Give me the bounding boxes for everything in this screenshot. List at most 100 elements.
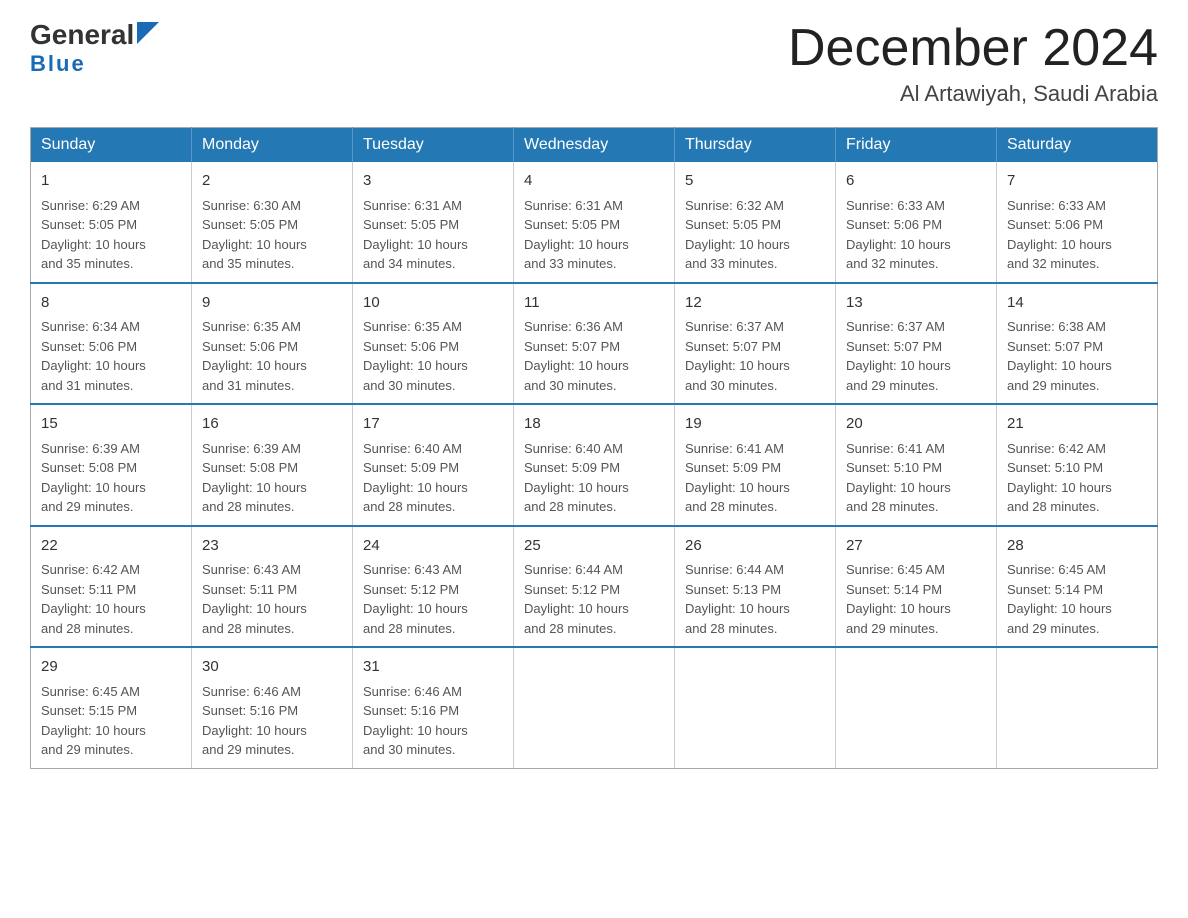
table-row: 27 Sunrise: 6:45 AMSunset: 5:14 PMDaylig… [836, 526, 997, 648]
table-row: 4 Sunrise: 6:31 AMSunset: 5:05 PMDayligh… [514, 162, 675, 283]
day-info: Sunrise: 6:36 AMSunset: 5:07 PMDaylight:… [524, 319, 629, 393]
logo-general: General [30, 21, 134, 49]
day-info: Sunrise: 6:44 AMSunset: 5:13 PMDaylight:… [685, 562, 790, 636]
day-info: Sunrise: 6:41 AMSunset: 5:09 PMDaylight:… [685, 441, 790, 515]
day-info: Sunrise: 6:40 AMSunset: 5:09 PMDaylight:… [363, 441, 468, 515]
table-row: 25 Sunrise: 6:44 AMSunset: 5:12 PMDaylig… [514, 526, 675, 648]
logo-blue: Blue [30, 51, 86, 77]
col-saturday: Saturday [997, 128, 1158, 163]
day-info: Sunrise: 6:46 AMSunset: 5:16 PMDaylight:… [202, 684, 307, 758]
table-row: 13 Sunrise: 6:37 AMSunset: 5:07 PMDaylig… [836, 283, 997, 405]
day-info: Sunrise: 6:43 AMSunset: 5:12 PMDaylight:… [363, 562, 468, 636]
table-row: 14 Sunrise: 6:38 AMSunset: 5:07 PMDaylig… [997, 283, 1158, 405]
day-number: 19 [685, 413, 825, 436]
table-row [997, 647, 1158, 768]
col-friday: Friday [836, 128, 997, 163]
table-row: 21 Sunrise: 6:42 AMSunset: 5:10 PMDaylig… [997, 404, 1158, 526]
day-info: Sunrise: 6:30 AMSunset: 5:05 PMDaylight:… [202, 198, 307, 272]
calendar-week-5: 29 Sunrise: 6:45 AMSunset: 5:15 PMDaylig… [31, 647, 1158, 768]
table-row: 30 Sunrise: 6:46 AMSunset: 5:16 PMDaylig… [192, 647, 353, 768]
day-number: 4 [524, 170, 664, 193]
day-info: Sunrise: 6:31 AMSunset: 5:05 PMDaylight:… [524, 198, 629, 272]
day-info: Sunrise: 6:43 AMSunset: 5:11 PMDaylight:… [202, 562, 307, 636]
day-number: 3 [363, 170, 503, 193]
calendar-header-row: Sunday Monday Tuesday Wednesday Thursday… [31, 128, 1158, 163]
day-number: 25 [524, 535, 664, 558]
table-row: 9 Sunrise: 6:35 AMSunset: 5:06 PMDayligh… [192, 283, 353, 405]
table-row: 15 Sunrise: 6:39 AMSunset: 5:08 PMDaylig… [31, 404, 192, 526]
day-info: Sunrise: 6:42 AMSunset: 5:11 PMDaylight:… [41, 562, 146, 636]
calendar-week-1: 1 Sunrise: 6:29 AMSunset: 5:05 PMDayligh… [31, 162, 1158, 283]
day-info: Sunrise: 6:39 AMSunset: 5:08 PMDaylight:… [41, 441, 146, 515]
day-number: 24 [363, 535, 503, 558]
day-number: 16 [202, 413, 342, 436]
day-number: 12 [685, 292, 825, 315]
day-info: Sunrise: 6:45 AMSunset: 5:14 PMDaylight:… [1007, 562, 1112, 636]
day-info: Sunrise: 6:29 AMSunset: 5:05 PMDaylight:… [41, 198, 146, 272]
day-number: 29 [41, 656, 181, 679]
table-row: 11 Sunrise: 6:36 AMSunset: 5:07 PMDaylig… [514, 283, 675, 405]
day-number: 5 [685, 170, 825, 193]
day-number: 14 [1007, 292, 1147, 315]
logo: General Blue [30, 20, 159, 77]
table-row [514, 647, 675, 768]
table-row: 6 Sunrise: 6:33 AMSunset: 5:06 PMDayligh… [836, 162, 997, 283]
day-info: Sunrise: 6:42 AMSunset: 5:10 PMDaylight:… [1007, 441, 1112, 515]
table-row: 24 Sunrise: 6:43 AMSunset: 5:12 PMDaylig… [353, 526, 514, 648]
table-row [836, 647, 997, 768]
calendar-week-2: 8 Sunrise: 6:34 AMSunset: 5:06 PMDayligh… [31, 283, 1158, 405]
table-row: 19 Sunrise: 6:41 AMSunset: 5:09 PMDaylig… [675, 404, 836, 526]
title-section: December 2024 Al Artawiyah, Saudi Arabia [788, 20, 1158, 107]
day-number: 17 [363, 413, 503, 436]
table-row: 8 Sunrise: 6:34 AMSunset: 5:06 PMDayligh… [31, 283, 192, 405]
table-row [675, 647, 836, 768]
month-title: December 2024 [788, 20, 1158, 77]
day-info: Sunrise: 6:45 AMSunset: 5:15 PMDaylight:… [41, 684, 146, 758]
day-number: 20 [846, 413, 986, 436]
day-info: Sunrise: 6:35 AMSunset: 5:06 PMDaylight:… [202, 319, 307, 393]
day-info: Sunrise: 6:35 AMSunset: 5:06 PMDaylight:… [363, 319, 468, 393]
day-info: Sunrise: 6:33 AMSunset: 5:06 PMDaylight:… [846, 198, 951, 272]
day-info: Sunrise: 6:41 AMSunset: 5:10 PMDaylight:… [846, 441, 951, 515]
day-number: 8 [41, 292, 181, 315]
day-number: 27 [846, 535, 986, 558]
day-number: 23 [202, 535, 342, 558]
table-row: 3 Sunrise: 6:31 AMSunset: 5:05 PMDayligh… [353, 162, 514, 283]
day-number: 1 [41, 170, 181, 193]
col-monday: Monday [192, 128, 353, 163]
day-info: Sunrise: 6:34 AMSunset: 5:06 PMDaylight:… [41, 319, 146, 393]
calendar-week-4: 22 Sunrise: 6:42 AMSunset: 5:11 PMDaylig… [31, 526, 1158, 648]
day-number: 31 [363, 656, 503, 679]
col-tuesday: Tuesday [353, 128, 514, 163]
day-number: 2 [202, 170, 342, 193]
table-row: 16 Sunrise: 6:39 AMSunset: 5:08 PMDaylig… [192, 404, 353, 526]
day-info: Sunrise: 6:32 AMSunset: 5:05 PMDaylight:… [685, 198, 790, 272]
day-number: 30 [202, 656, 342, 679]
day-number: 18 [524, 413, 664, 436]
table-row: 1 Sunrise: 6:29 AMSunset: 5:05 PMDayligh… [31, 162, 192, 283]
location-title: Al Artawiyah, Saudi Arabia [788, 81, 1158, 107]
day-number: 22 [41, 535, 181, 558]
calendar-week-3: 15 Sunrise: 6:39 AMSunset: 5:08 PMDaylig… [31, 404, 1158, 526]
day-number: 26 [685, 535, 825, 558]
day-number: 28 [1007, 535, 1147, 558]
table-row: 5 Sunrise: 6:32 AMSunset: 5:05 PMDayligh… [675, 162, 836, 283]
day-number: 15 [41, 413, 181, 436]
table-row: 22 Sunrise: 6:42 AMSunset: 5:11 PMDaylig… [31, 526, 192, 648]
table-row: 10 Sunrise: 6:35 AMSunset: 5:06 PMDaylig… [353, 283, 514, 405]
calendar-table: Sunday Monday Tuesday Wednesday Thursday… [30, 127, 1158, 769]
day-number: 9 [202, 292, 342, 315]
day-number: 10 [363, 292, 503, 315]
table-row: 26 Sunrise: 6:44 AMSunset: 5:13 PMDaylig… [675, 526, 836, 648]
table-row: 31 Sunrise: 6:46 AMSunset: 5:16 PMDaylig… [353, 647, 514, 768]
day-info: Sunrise: 6:44 AMSunset: 5:12 PMDaylight:… [524, 562, 629, 636]
table-row: 18 Sunrise: 6:40 AMSunset: 5:09 PMDaylig… [514, 404, 675, 526]
day-number: 21 [1007, 413, 1147, 436]
col-thursday: Thursday [675, 128, 836, 163]
day-number: 11 [524, 292, 664, 315]
day-info: Sunrise: 6:37 AMSunset: 5:07 PMDaylight:… [846, 319, 951, 393]
table-row: 2 Sunrise: 6:30 AMSunset: 5:05 PMDayligh… [192, 162, 353, 283]
table-row: 7 Sunrise: 6:33 AMSunset: 5:06 PMDayligh… [997, 162, 1158, 283]
table-row: 20 Sunrise: 6:41 AMSunset: 5:10 PMDaylig… [836, 404, 997, 526]
table-row: 12 Sunrise: 6:37 AMSunset: 5:07 PMDaylig… [675, 283, 836, 405]
